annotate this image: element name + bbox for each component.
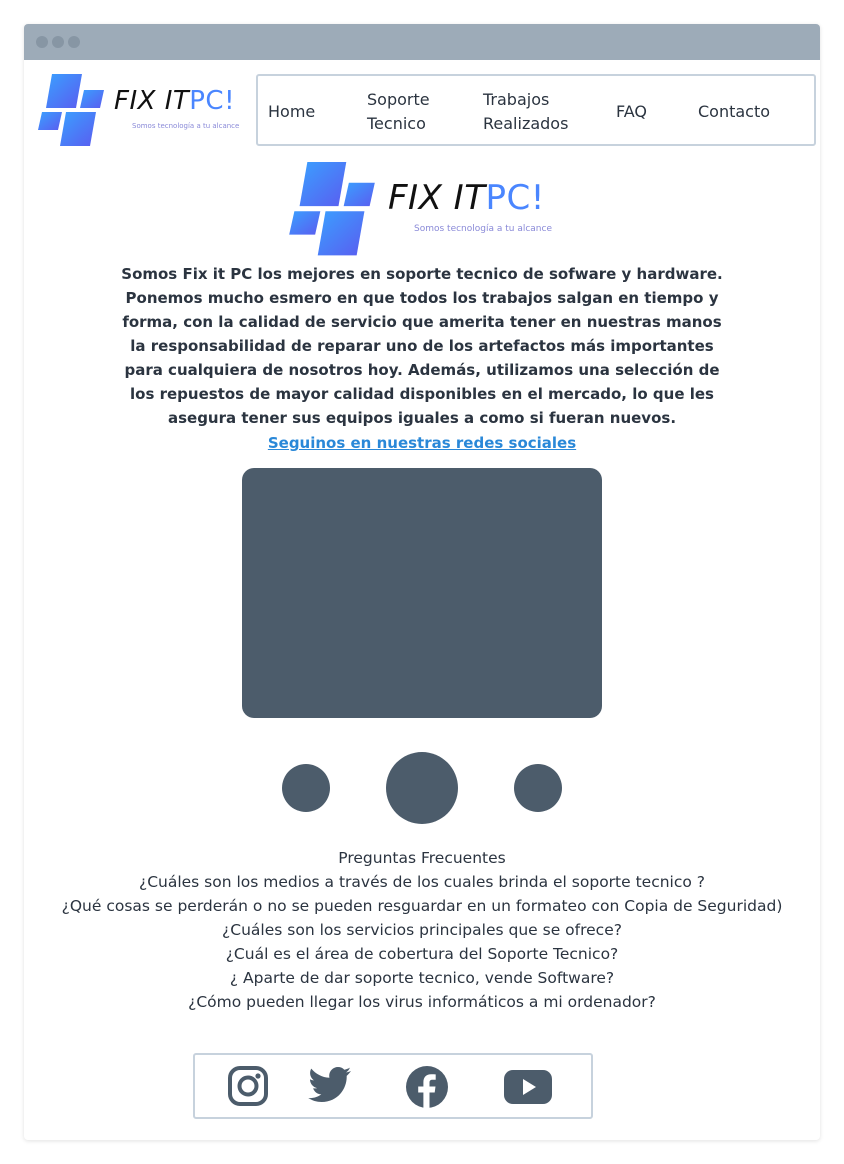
faq-question[interactable]: ¿ Aparte de dar soporte tecnico, vende S… <box>24 966 820 990</box>
browser-window: FIX ITPC! Somos tecnología a tu alcance … <box>24 24 820 1140</box>
window-dot-icon[interactable] <box>36 36 48 48</box>
faq-title: Preguntas Frecuentes <box>338 849 506 867</box>
facebook-icon[interactable] <box>405 1065 449 1109</box>
faq-section: Preguntas Frecuentes ¿Cuáles son los med… <box>24 846 820 1014</box>
faq-question[interactable]: ¿Cuáles son los medios a través de los c… <box>24 870 820 894</box>
carousel-dot[interactable] <box>282 764 330 812</box>
nav-item-trabajos-realizados[interactable]: Trabajos Realizados <box>483 88 568 136</box>
faq-question[interactable]: ¿Cuáles son los servicios principales qu… <box>24 918 820 942</box>
nav-item-home[interactable]: Home <box>268 100 315 124</box>
window-dot-icon[interactable] <box>52 36 64 48</box>
faq-question[interactable]: ¿Cuál es el área de cobertura del Soport… <box>24 942 820 966</box>
brand-tagline: Somos tecnología a tu alcance <box>414 224 553 234</box>
social-link[interactable]: Seguinos en nuestras redes sociales <box>114 432 730 454</box>
nav-item-contacto[interactable]: Contacto <box>698 100 770 124</box>
about-text: Somos Fix it PC los mejores en soporte t… <box>121 265 723 427</box>
youtube-icon[interactable] <box>503 1069 553 1105</box>
window-titlebar <box>24 24 820 60</box>
window-dot-icon[interactable] <box>68 36 80 48</box>
brand-tagline: Somos tecnología a tu alcance <box>132 122 240 130</box>
social-icons-bar <box>193 1053 593 1119</box>
faq-question[interactable]: ¿Qué cosas se perderán o no se pueden re… <box>24 894 820 918</box>
hero-logo: FIX ITPC! Somos tecnología a tu alcance <box>286 162 586 258</box>
nav-item-faq[interactable]: FAQ <box>616 100 647 124</box>
media-placeholder[interactable] <box>242 468 602 718</box>
nav-item-soporte-tecnico[interactable]: Soporte Tecnico <box>367 88 430 136</box>
brand-name: FIX ITPC! <box>114 86 236 116</box>
carousel-dot[interactable] <box>514 764 562 812</box>
instagram-icon[interactable] <box>227 1065 269 1107</box>
faq-question[interactable]: ¿Cómo pueden llegar los virus informátic… <box>24 990 820 1014</box>
main-nav: Home Soporte Tecnico Trabajos Realizados… <box>256 74 816 146</box>
logo-tiles-icon <box>289 162 375 256</box>
logo-tiles-icon <box>38 74 104 146</box>
twitter-icon[interactable] <box>307 1065 353 1107</box>
brand-name: FIX ITPC! <box>388 178 545 218</box>
carousel-dot-active[interactable] <box>386 752 458 824</box>
header-logo[interactable]: FIX ITPC! Somos tecnología a tu alcance <box>36 74 266 148</box>
